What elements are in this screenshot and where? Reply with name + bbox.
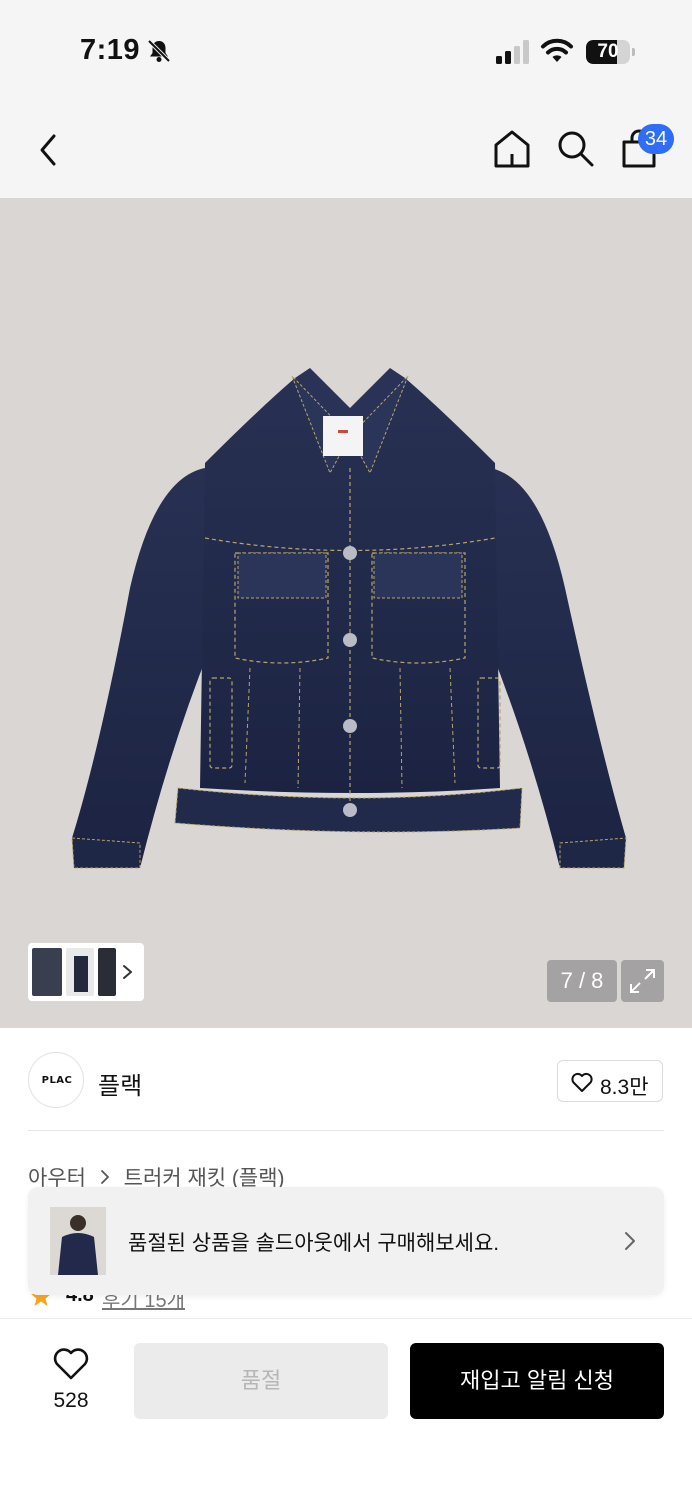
denim-jacket-image <box>71 368 627 869</box>
divider <box>28 1130 664 1131</box>
breadcrumb: 아우터 트러커 재킷 (플랙) <box>28 1162 285 1190</box>
wishlist-button[interactable]: 528 <box>40 1347 102 1417</box>
brand-logo-text: PLAC <box>41 1075 73 1086</box>
expand-icon <box>630 969 655 993</box>
heart-icon <box>53 1348 89 1380</box>
restock-alert-button[interactable]: 재입고 알림 신청 <box>410 1343 664 1419</box>
chevron-right-icon <box>625 1232 635 1250</box>
brand-name[interactable]: 플랙 <box>98 1066 142 1101</box>
product-image-gallery[interactable]: 7 / 8 <box>0 198 692 1028</box>
wifi-icon <box>541 38 573 62</box>
soldout-promo-banner[interactable]: 품절된 상품을 솔드아웃에서 구매해보세요. <box>28 1187 664 1295</box>
brand-like-count: 8.3만 <box>600 1076 649 1099</box>
banner-product-thumbnail <box>50 1207 106 1275</box>
banner-text: 품절된 상품을 솔드아웃에서 구매해보세요. <box>128 1232 500 1255</box>
expand-image-button[interactable] <box>621 960 664 1002</box>
soldout-button: 품절 <box>134 1343 388 1419</box>
heart-icon <box>571 1072 593 1092</box>
chevron-right-icon <box>100 1170 109 1184</box>
status-time: 7:19 <box>80 34 141 66</box>
model-thumbnail-image <box>58 1215 98 1275</box>
back-icon[interactable] <box>30 130 66 170</box>
bell-off-icon <box>147 39 171 63</box>
brand-logo[interactable]: PLAC <box>28 1052 84 1108</box>
thumbnail-3[interactable] <box>98 948 116 996</box>
cellular-signal-icon <box>496 40 529 64</box>
image-page-indicator: 7 / 8 <box>547 960 617 1002</box>
thumbnail-2[interactable] <box>66 948 94 996</box>
brand-like-button[interactable]: 8.3만 <box>557 1060 663 1102</box>
status-bar: 7:19 70 <box>0 0 692 100</box>
search-icon[interactable] <box>555 128 595 168</box>
cart-count-badge: 34 <box>638 124 674 154</box>
thumbnail-1[interactable] <box>32 948 62 996</box>
brand-row[interactable]: PLAC 플랙 8.3만 <box>0 1030 692 1130</box>
bottom-action-bar: 528 품절 재입고 알림 신청 <box>0 1318 692 1500</box>
wishlist-count: 528 <box>53 1389 89 1412</box>
battery-indicator: 70 <box>586 40 636 64</box>
battery-tip <box>632 48 635 56</box>
battery-level: 70 <box>597 41 619 62</box>
chevron-right-icon[interactable] <box>122 959 134 985</box>
home-icon[interactable] <box>492 128 532 170</box>
battery-body: 70 <box>586 40 630 64</box>
thumbnail-strip[interactable] <box>28 943 144 1001</box>
